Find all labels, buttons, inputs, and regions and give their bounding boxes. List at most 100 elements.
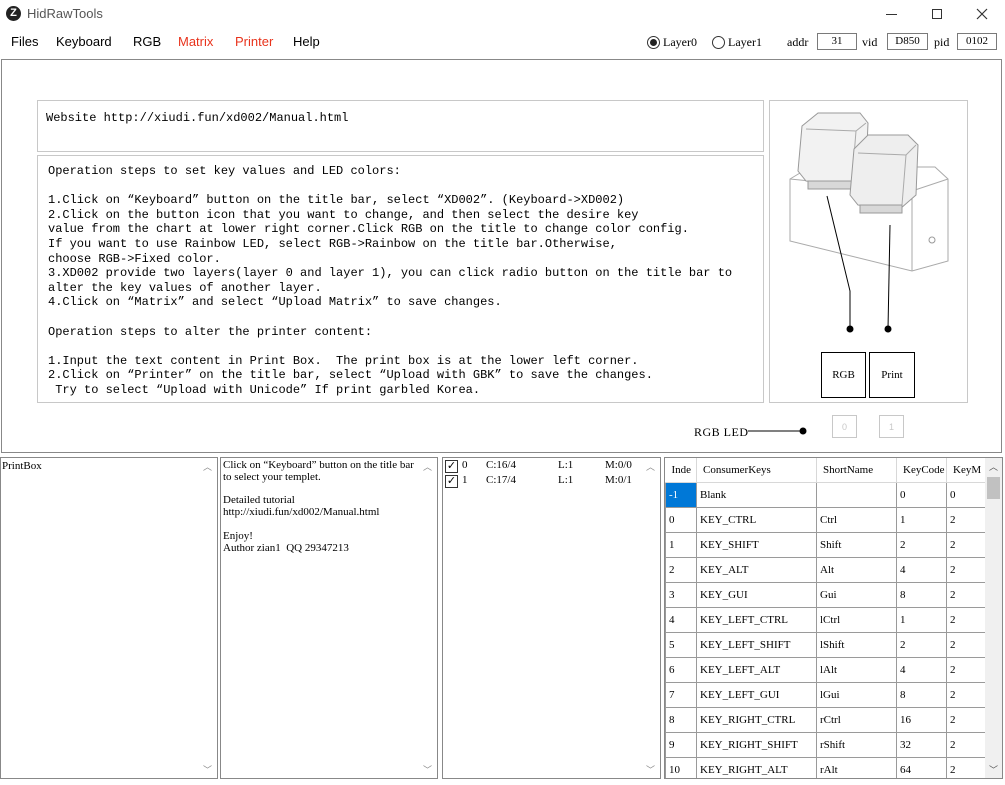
matrix-row[interactable]: ✓ 1 C:17/4 L:1 M:0/1 (445, 474, 645, 489)
table-row[interactable]: 1 KEY_SHIFT Shift 2 2 (665, 531, 986, 558)
cell-key-mode[interactable]: 2 (946, 556, 986, 583)
cell-short-name[interactable]: Alt (816, 556, 897, 583)
cell-consumer-key[interactable]: KEY_LEFT_SHIFT (696, 631, 817, 658)
cell-key-mode[interactable]: 2 (946, 731, 986, 758)
cell-key-code[interactable]: 0 (896, 481, 947, 508)
table-row[interactable]: 5 KEY_LEFT_SHIFT lShift 2 2 (665, 631, 986, 658)
cell-short-name[interactable]: lCtrl (816, 606, 897, 633)
led-key-0[interactable]: 0 (832, 415, 857, 438)
table-row[interactable]: -1 Blank 0 0 (665, 481, 986, 508)
key-table[interactable]: Inde ConsumerKeys ShortName KeyCode KeyM… (664, 457, 1003, 779)
cell-short-name[interactable]: rCtrl (816, 706, 897, 733)
cell-index[interactable]: 0 (665, 506, 697, 533)
cell-key-mode[interactable]: 2 (946, 756, 986, 778)
matrix-row[interactable]: ✓ 0 C:16/4 L:1 M:0/0 (445, 459, 645, 474)
table-scrollbar[interactable]: ︿ ﹀ (985, 458, 1002, 778)
help-scrollbar[interactable]: ︿ ﹀ (420, 458, 437, 778)
matrix-list-panel[interactable]: ✓ 0 C:16/4 L:1 M:0/0 ✓ 1 C:17/4 L:1 M:0/… (442, 457, 661, 779)
cell-index[interactable]: 4 (665, 606, 697, 633)
layer1-radio[interactable]: Layer1 (712, 35, 762, 50)
cell-index[interactable]: 3 (665, 581, 697, 608)
cell-short-name[interactable]: rShift (816, 731, 897, 758)
cell-index[interactable]: 1 (665, 531, 697, 558)
column-header-key-code[interactable]: KeyCode (896, 458, 947, 483)
scroll-down-icon[interactable]: ﹀ (989, 763, 998, 776)
table-row[interactable]: 8 KEY_RIGHT_CTRL rCtrl 16 2 (665, 706, 986, 733)
cell-key-mode[interactable]: 2 (946, 531, 986, 558)
print-key-button[interactable]: Print (869, 352, 915, 398)
cell-key-mode[interactable]: 0 (946, 481, 986, 508)
cell-consumer-key[interactable]: KEY_RIGHT_ALT (696, 756, 817, 778)
cell-key-mode[interactable]: 2 (946, 656, 986, 683)
cell-consumer-key[interactable]: KEY_CTRL (696, 506, 817, 533)
scroll-up-icon[interactable]: ︿ (203, 460, 212, 473)
cell-key-mode[interactable]: 2 (946, 506, 986, 533)
menu-rgb[interactable]: RGB (133, 34, 161, 49)
cell-short-name[interactable]: Gui (816, 581, 897, 608)
scroll-thumb[interactable] (987, 477, 1000, 499)
cell-key-code[interactable]: 4 (896, 556, 947, 583)
cell-consumer-key[interactable]: KEY_LEFT_GUI (696, 681, 817, 708)
cell-key-mode[interactable]: 2 (946, 581, 986, 608)
cell-key-code[interactable]: 4 (896, 656, 947, 683)
menu-keyboard[interactable]: Keyboard (56, 34, 112, 49)
rgb-key-button[interactable]: RGB (821, 352, 866, 398)
table-row[interactable]: 3 KEY_GUI Gui 8 2 (665, 581, 986, 608)
cell-key-code[interactable]: 64 (896, 756, 947, 778)
cell-consumer-key[interactable]: KEY_GUI (696, 581, 817, 608)
printbox-panel[interactable]: PrintBox ︿ ﹀ (0, 457, 218, 779)
menu-files[interactable]: Files (11, 34, 38, 49)
cell-short-name[interactable]: lAlt (816, 656, 897, 683)
vid-input[interactable]: D850 (887, 33, 928, 50)
cell-key-code[interactable]: 1 (896, 606, 947, 633)
table-row[interactable]: 9 KEY_RIGHT_SHIFT rShift 32 2 (665, 731, 986, 758)
cell-index[interactable]: 9 (665, 731, 697, 758)
cell-key-mode[interactable]: 2 (946, 631, 986, 658)
cell-consumer-key[interactable]: KEY_LEFT_CTRL (696, 606, 817, 633)
scroll-down-icon[interactable]: ﹀ (646, 763, 655, 776)
cell-consumer-key[interactable]: KEY_RIGHT_CTRL (696, 706, 817, 733)
table-row[interactable]: 0 KEY_CTRL Ctrl 1 2 (665, 506, 986, 533)
cell-key-code[interactable]: 32 (896, 731, 947, 758)
cell-key-code[interactable]: 16 (896, 706, 947, 733)
cell-index[interactable]: -1 (665, 481, 697, 508)
matrix-scrollbar[interactable]: ︿ ﹀ (643, 458, 660, 778)
cell-short-name[interactable]: lShift (816, 631, 897, 658)
cell-short-name[interactable]: Ctrl (816, 506, 897, 533)
cell-key-code[interactable]: 2 (896, 531, 947, 558)
scroll-down-icon[interactable]: ﹀ (423, 763, 432, 776)
menu-matrix[interactable]: Matrix (178, 34, 213, 49)
cell-index[interactable]: 7 (665, 681, 697, 708)
cell-key-code[interactable]: 2 (896, 631, 947, 658)
cell-key-code[interactable]: 1 (896, 506, 947, 533)
close-button[interactable] (959, 0, 1005, 28)
led-key-1[interactable]: 1 (879, 415, 904, 438)
column-header-consumer-keys[interactable]: ConsumerKeys (696, 458, 817, 483)
checkbox-checked-icon[interactable]: ✓ (445, 460, 458, 473)
cell-consumer-key[interactable]: Blank (696, 481, 817, 508)
cell-index[interactable]: 6 (665, 656, 697, 683)
cell-short-name[interactable] (816, 481, 897, 508)
scroll-up-icon[interactable]: ︿ (646, 460, 655, 473)
pid-input[interactable]: 0102 (957, 33, 997, 50)
table-row[interactable]: 6 KEY_LEFT_ALT lAlt 4 2 (665, 656, 986, 683)
maximize-button[interactable] (914, 0, 960, 28)
instructions-box[interactable]: Operation steps to set key values and LE… (37, 155, 764, 403)
cell-key-code[interactable]: 8 (896, 681, 947, 708)
table-row[interactable]: 10 KEY_RIGHT_ALT rAlt 64 2 (665, 756, 986, 778)
scroll-up-icon[interactable]: ︿ (423, 460, 432, 473)
cell-index[interactable]: 8 (665, 706, 697, 733)
column-header-index[interactable]: Inde (665, 458, 697, 483)
cell-consumer-key[interactable]: KEY_RIGHT_SHIFT (696, 731, 817, 758)
cell-key-mode[interactable]: 2 (946, 706, 986, 733)
column-header-short-name[interactable]: ShortName (816, 458, 897, 483)
table-row[interactable]: 2 KEY_ALT Alt 4 2 (665, 556, 986, 583)
cell-key-mode[interactable]: 2 (946, 606, 986, 633)
cell-index[interactable]: 5 (665, 631, 697, 658)
cell-key-code[interactable]: 8 (896, 581, 947, 608)
cell-short-name[interactable]: Shift (816, 531, 897, 558)
menu-help[interactable]: Help (293, 34, 320, 49)
layer0-radio[interactable]: Layer0 (647, 35, 697, 50)
addr-input[interactable]: 31 (817, 33, 857, 50)
table-row[interactable]: 7 KEY_LEFT_GUI lGui 8 2 (665, 681, 986, 708)
